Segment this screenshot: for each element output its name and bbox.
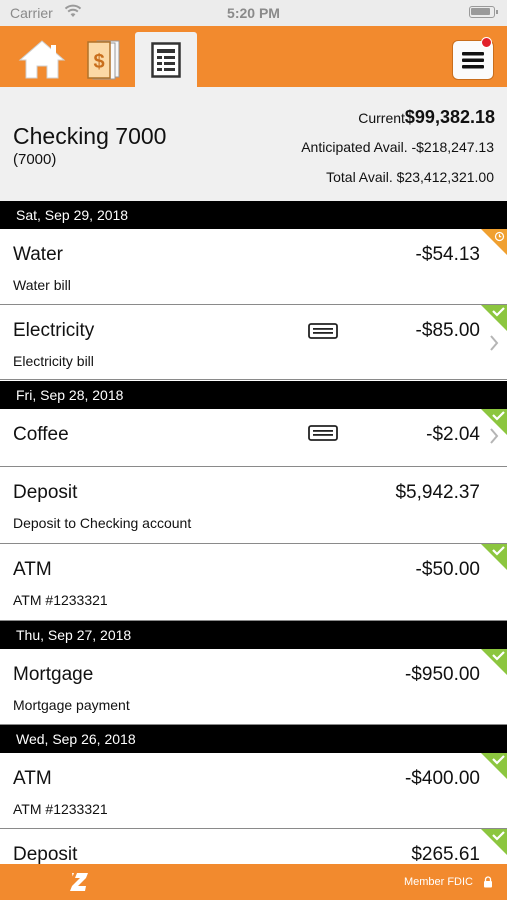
transaction-memo: Water bill [13, 277, 71, 293]
lock-icon [484, 876, 492, 888]
transfer-button[interactable]: $ [76, 34, 132, 84]
transaction-row[interactable]: Deposit Deposit to Checking account $5,9… [0, 467, 507, 544]
total-balance: Total Avail. $23,412,321.00 [326, 169, 494, 185]
receipt-icon[interactable] [308, 425, 338, 441]
transaction-row[interactable]: Electricity Electricity bill -$85.00 [0, 305, 507, 380]
transaction-title: Water [13, 244, 63, 265]
status-time: 5:20 PM [227, 5, 280, 21]
register-tab[interactable] [135, 32, 197, 87]
menu-icon [462, 52, 484, 69]
transaction-title: Coffee [13, 424, 69, 445]
footer-bar: Member FDIC [0, 864, 507, 900]
dollar-icon: $ [87, 40, 120, 80]
transaction-row[interactable]: Coffee -$2.04 [0, 409, 507, 467]
cleared-check-icon [481, 544, 507, 570]
cleared-check-icon [481, 305, 507, 331]
transaction-amount: -$400.00 [404, 768, 480, 789]
date-header: Sat, Sep 29, 2018 [0, 201, 507, 229]
anticipated-balance: Anticipated Avail. -$218,247.13 [301, 139, 494, 155]
brand-logo-icon[interactable] [68, 871, 92, 893]
current-value: $99,382.18 [404, 107, 495, 127]
home-icon [18, 40, 66, 79]
transaction-row[interactable]: Deposit $265.61 [0, 829, 507, 864]
transaction-title: Electricity [13, 320, 95, 341]
transaction-row[interactable]: Water Water bill -$54.13 [0, 229, 507, 305]
transaction-memo: Mortgage payment [13, 697, 130, 713]
transaction-amount: -$2.04 [426, 424, 480, 445]
transaction-row[interactable]: Mortgage Mortgage payment -$950.00 [0, 649, 507, 725]
account-header: Checking 7000 (7000) Current$99,382.18 A… [0, 87, 507, 201]
pending-clock-icon [481, 229, 507, 255]
account-number: (7000) [13, 151, 57, 168]
transaction-memo: Electricity bill [13, 353, 94, 369]
cleared-check-icon [481, 649, 507, 675]
date-header: Thu, Sep 27, 2018 [0, 621, 507, 649]
cleared-check-icon [481, 829, 507, 855]
transaction-memo: ATM #1233321 [13, 592, 108, 608]
member-fdic-label: Member FDIC [403, 876, 473, 888]
transaction-title: Deposit [13, 482, 78, 503]
transaction-title: Mortgage [13, 664, 94, 685]
current-balance: Current$99,382.18 [358, 107, 495, 128]
transaction-amount: -$50.00 [415, 559, 480, 580]
receipt-icon[interactable] [308, 323, 338, 339]
transaction-amount: $5,942.37 [395, 482, 480, 503]
transaction-amount: -$85.00 [415, 320, 480, 341]
transaction-row[interactable]: ATM ATM #1233321 -$50.00 [0, 544, 507, 621]
account-name: Checking 7000 [13, 123, 167, 149]
status-bar: Carrier 5:20 PM [0, 0, 507, 26]
transaction-amount: $265.61 [411, 844, 480, 864]
home-button[interactable] [14, 34, 70, 84]
transaction-title: ATM [13, 768, 52, 789]
transaction-memo: Deposit to Checking account [13, 515, 192, 531]
date-header: Fri, Sep 28, 2018 [0, 381, 507, 409]
nav-bar: $ [0, 26, 507, 87]
transaction-row[interactable]: ATM ATM #1233321 -$400.00 [0, 753, 507, 829]
battery-icon [469, 6, 498, 18]
register-icon [151, 41, 181, 78]
transaction-amount: -$54.13 [415, 244, 480, 265]
svg-text:$: $ [93, 51, 104, 73]
date-header: Wed, Sep 26, 2018 [0, 725, 507, 753]
current-label: Current [358, 110, 405, 126]
cleared-check-icon [481, 753, 507, 779]
transaction-title: Deposit [13, 844, 78, 864]
transaction-title: ATM [13, 559, 52, 580]
transaction-amount: -$950.00 [404, 664, 480, 685]
chevron-right-icon [490, 335, 499, 351]
transaction-memo: ATM #1233321 [13, 801, 108, 817]
chevron-right-icon [490, 428, 499, 444]
notification-badge [481, 37, 492, 48]
